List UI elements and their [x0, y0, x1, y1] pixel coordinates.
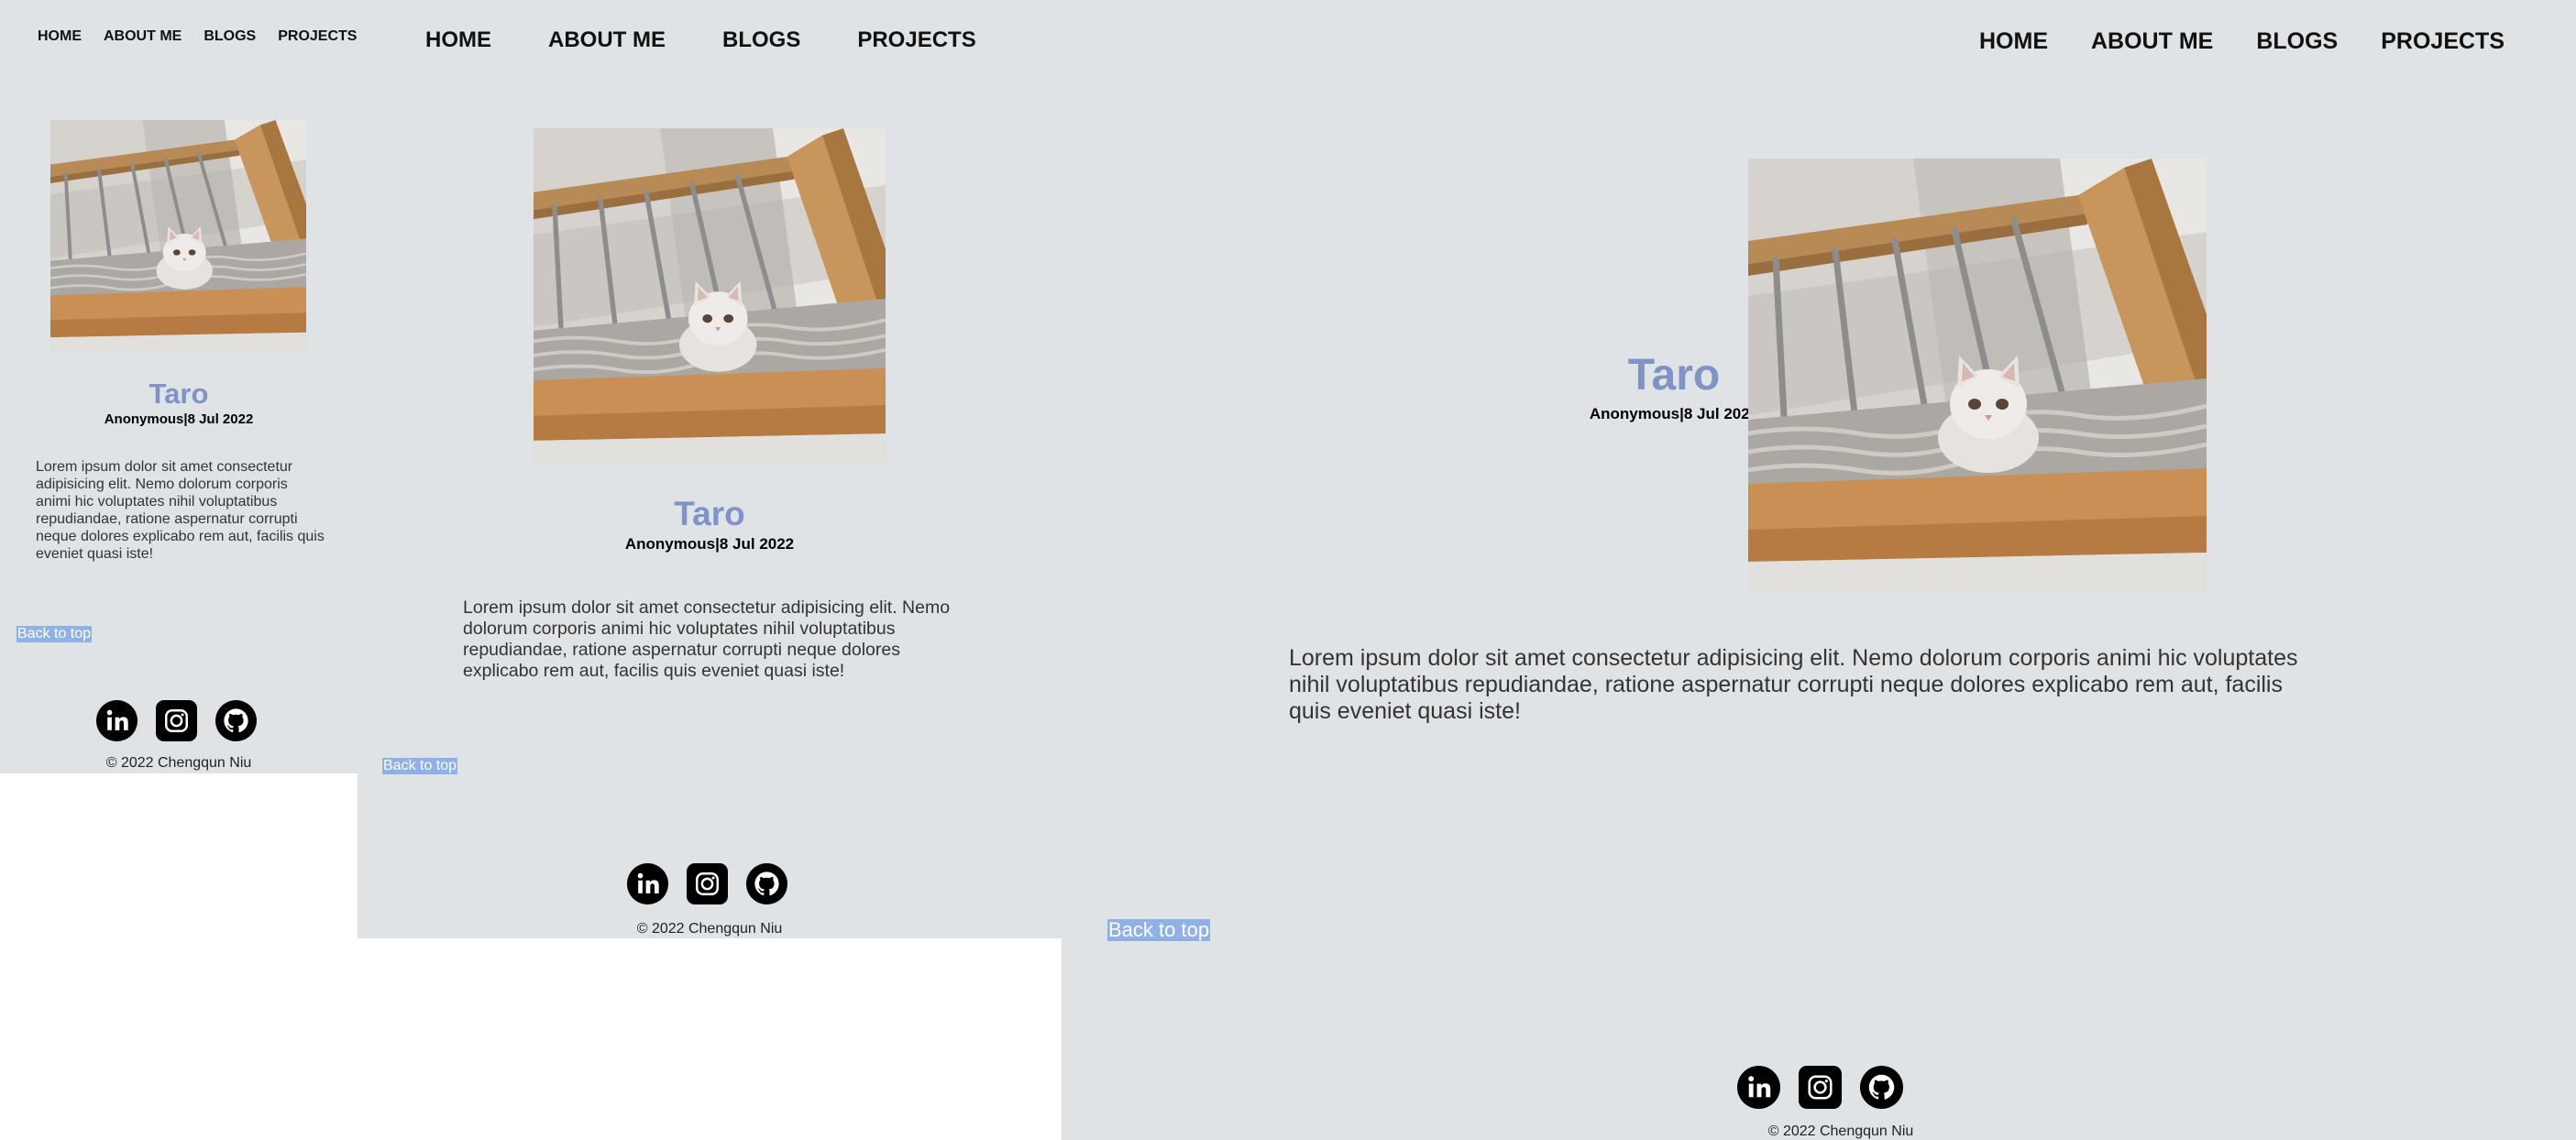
back-to-top-link[interactable]: Back to top: [17, 626, 93, 642]
post-title: Taro: [674, 495, 745, 532]
github-icon[interactable]: [215, 700, 257, 741]
viewport-tablet: HOME ABOUT ME BLOGS PROJECTS Taro Anonym…: [358, 0, 1062, 938]
post-body: Lorem ipsum dolor sit amet consectetur a…: [463, 597, 951, 681]
nav-about-link[interactable]: ABOUT ME: [104, 28, 182, 45]
post-meta: Anonymous|8 Jul 2022: [0, 411, 358, 427]
top-nav: HOME ABOUT ME BLOGS PROJECTS: [1936, 28, 2504, 55]
linkedin-icon[interactable]: [96, 700, 138, 741]
post-cat-photo: [534, 128, 886, 466]
linkedin-icon[interactable]: [1737, 1066, 1780, 1109]
instagram-icon[interactable]: [1799, 1066, 1842, 1109]
post-body: Lorem ipsum dolor sit amet consectetur a…: [36, 459, 325, 562]
cat-image: [534, 128, 886, 466]
back-to-top-link[interactable]: Back to top: [382, 758, 458, 774]
github-icon[interactable]: [1860, 1066, 1903, 1109]
post-author: Anonymous: [104, 411, 184, 427]
instagram-icon[interactable]: [687, 863, 728, 904]
back-to-top-link[interactable]: Back to top: [1107, 918, 1211, 942]
cat-image: [1748, 159, 2207, 594]
post-date: 8 Jul 2022: [719, 535, 795, 553]
nav-projects-link[interactable]: PROJECTS: [278, 28, 357, 45]
top-nav: HOME ABOUT ME BLOGS PROJECTS: [38, 28, 358, 45]
nav-about-link[interactable]: ABOUT ME: [548, 27, 666, 53]
nav-blogs-link[interactable]: BLOGS: [722, 27, 800, 53]
post-body: Lorem ipsum dolor sit amet consectetur a…: [1289, 645, 2298, 724]
github-icon[interactable]: [746, 863, 787, 904]
post-author: Anonymous: [1589, 405, 1680, 422]
nav-home-link[interactable]: HOME: [1979, 28, 2048, 55]
nav-blogs-link[interactable]: BLOGS: [2256, 28, 2338, 55]
nav-blogs-link[interactable]: BLOGS: [204, 28, 256, 45]
nav-home-link[interactable]: HOME: [38, 28, 82, 45]
linkedin-icon[interactable]: [627, 863, 668, 904]
social-links: [1737, 1066, 1903, 1109]
top-nav: HOME ABOUT ME BLOGS PROJECTS: [425, 27, 1062, 53]
viewport-desktop: HOME ABOUT ME BLOGS PROJECTS Taro Anonym…: [1062, 0, 2576, 1140]
post-meta: Anonymous|8 Jul 2022: [358, 535, 1062, 554]
nav-projects-link[interactable]: PROJECTS: [2381, 28, 2504, 55]
copyright-text: © 2022 Chengqun Niu: [636, 921, 783, 937]
social-links: [96, 700, 257, 741]
cat-image: [50, 120, 306, 355]
post-date: 8 Jul 2022: [1683, 405, 1759, 422]
viewport-mobile: HOME ABOUT ME BLOGS PROJECTS Taro Anonym…: [0, 0, 358, 773]
post-cat-photo: [1748, 159, 2207, 594]
post-author: Anonymous: [624, 535, 716, 553]
post-title: Taro: [149, 378, 209, 410]
nav-about-link[interactable]: ABOUT ME: [2091, 28, 2213, 55]
post-date: 8 Jul 2022: [187, 411, 254, 427]
copyright-text: © 2022 Chengqun Niu: [105, 755, 252, 771]
social-links: [627, 863, 787, 904]
nav-projects-link[interactable]: PROJECTS: [857, 27, 975, 53]
instagram-icon[interactable]: [156, 700, 197, 741]
copyright-text: © 2022 Chengqun Niu: [1767, 1124, 1914, 1139]
nav-home-link[interactable]: HOME: [425, 27, 491, 53]
post-cat-photo: [50, 120, 306, 355]
